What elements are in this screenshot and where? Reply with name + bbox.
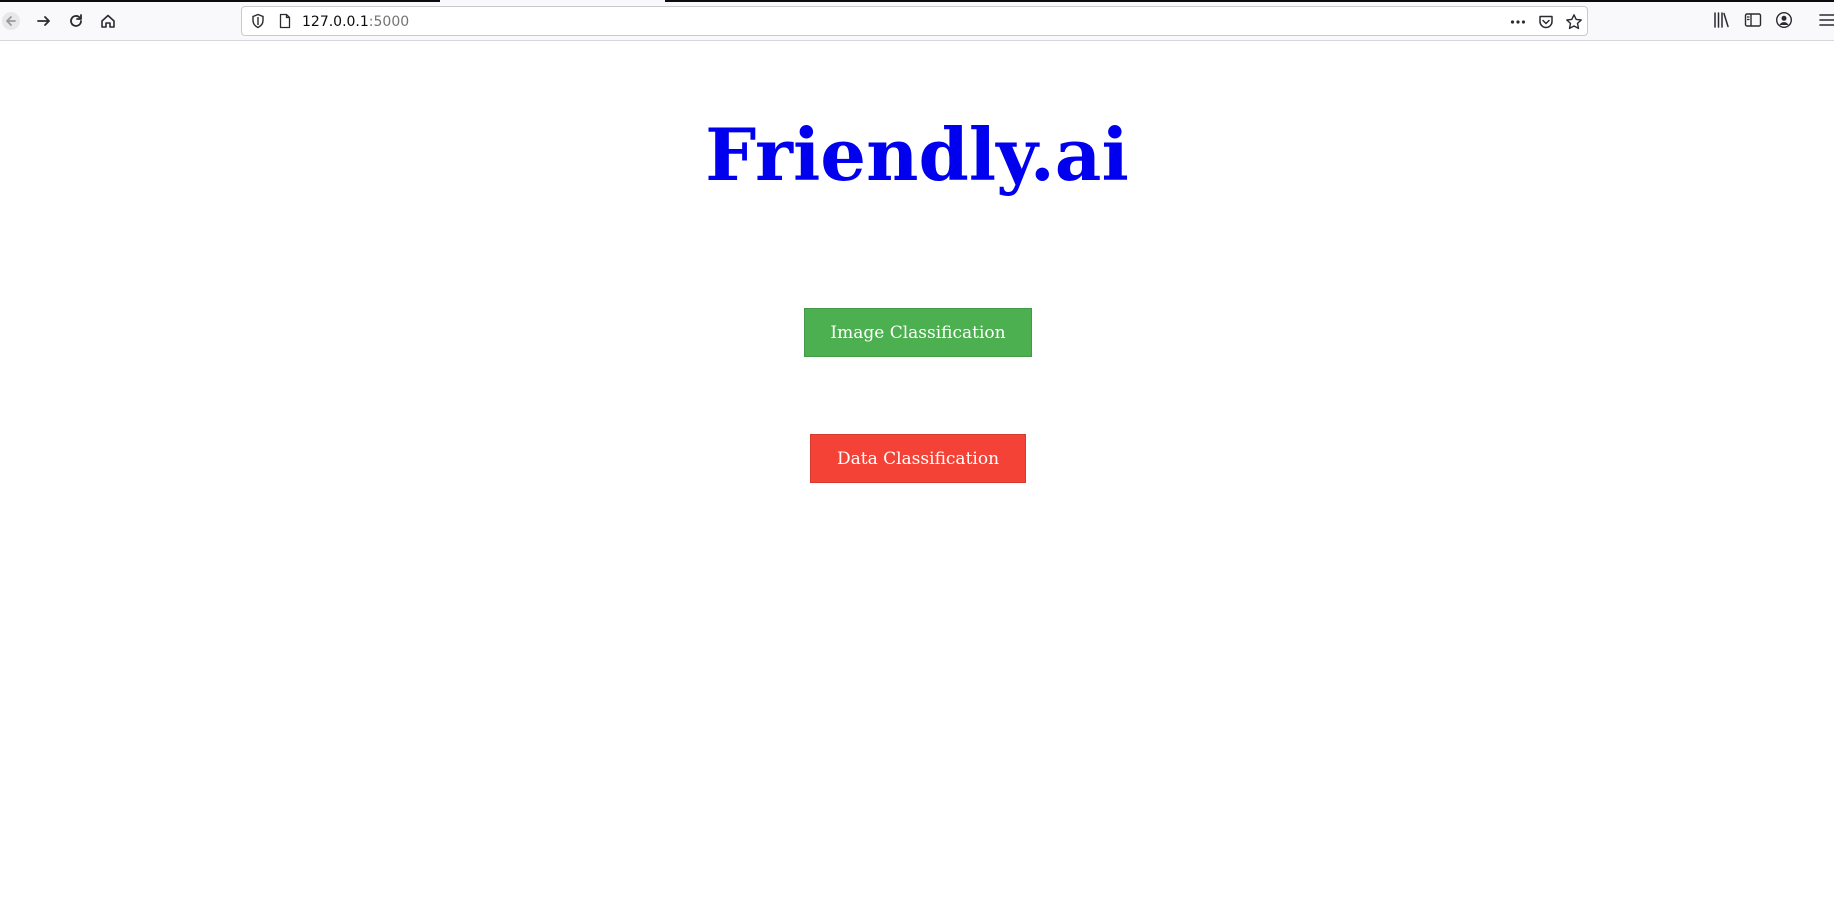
star-icon[interactable]	[1565, 13, 1583, 31]
page-icon[interactable]	[277, 13, 293, 29]
browser-toolbar: 127.0.0.1:5000	[0, 0, 1834, 41]
hamburger-menu-icon[interactable]	[1818, 11, 1834, 29]
url-port: :5000	[368, 14, 410, 30]
home-button[interactable]	[93, 6, 123, 36]
page-title: Friendly.ai	[705, 112, 1129, 197]
url-text[interactable]: 127.0.0.1:5000	[302, 13, 409, 31]
url-bar[interactable]: 127.0.0.1:5000	[241, 6, 1588, 36]
account-icon[interactable]	[1775, 11, 1793, 29]
home-icon	[101, 14, 115, 28]
pocket-icon[interactable]	[1537, 13, 1555, 31]
shield-icon[interactable]	[250, 13, 266, 29]
back-button[interactable]	[0, 6, 26, 36]
tab-strip-edge	[0, 0, 440, 2]
back-arrow-icon	[2, 12, 20, 30]
sidebar-icon[interactable]	[1744, 11, 1762, 29]
more-dots-icon[interactable]	[1509, 13, 1527, 31]
data-classification-button[interactable]: Data Classification	[810, 434, 1026, 483]
url-host: 127.0.0.1	[302, 14, 369, 30]
reload-icon	[70, 14, 82, 27]
reload-button[interactable]	[61, 6, 91, 36]
image-classification-button[interactable]: Image Classification	[804, 308, 1032, 357]
forward-arrow-icon	[37, 16, 50, 26]
tab-strip-edge	[665, 0, 1834, 2]
forward-button[interactable]	[29, 6, 59, 36]
library-icon[interactable]	[1712, 11, 1730, 29]
